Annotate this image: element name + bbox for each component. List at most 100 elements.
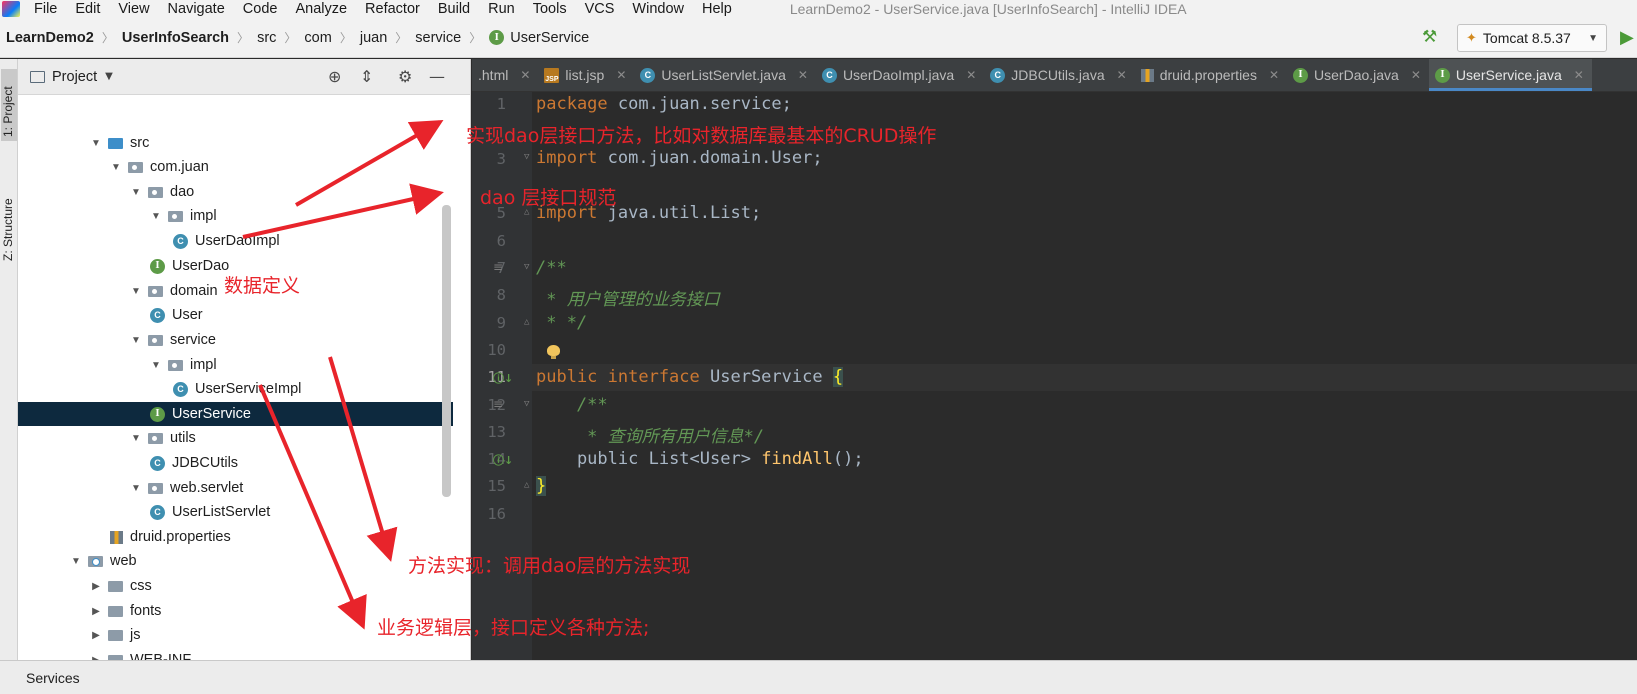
locate-target-icon[interactable]: ⊕ (328, 67, 341, 86)
editor-tab-bar: .html ✕ JSP list.jsp ✕ C UserListServlet.java ✕… (472, 59, 1637, 92)
implemented-by-icon[interactable]: ⓘ↓ (493, 452, 513, 468)
menu-analyze[interactable]: Analyze (295, 1, 347, 17)
lightbulb-icon[interactable] (547, 345, 560, 360)
javadoc-toggle-icon[interactable]: ≡ (493, 397, 503, 411)
editor-tab-jdbcutils-java[interactable]: C JDBCUtils.java ✕ (984, 59, 1134, 91)
fold-icon[interactable]: △ (524, 480, 529, 490)
tree-item-utils[interactable]: ▼ utils (18, 426, 453, 450)
run-configuration-select[interactable]: ✦ Tomcat 8.5.37 ▼ (1457, 24, 1607, 52)
expand-arrow-icon[interactable]: ▼ (150, 360, 162, 371)
expand-arrow-icon[interactable]: ▼ (150, 211, 162, 222)
code-line-7: ▽ /** (524, 258, 567, 278)
tree-item-userservice[interactable]: I UserService (18, 402, 453, 426)
menu-navigate[interactable]: Navigate (168, 1, 225, 17)
line-number: 13 (487, 423, 506, 441)
tree-item-user[interactable]: C User (18, 303, 453, 327)
close-icon[interactable]: ✕ (798, 68, 808, 82)
breadcrumb: LearnDemo2 〉 UserInfoSearch 〉 src 〉 com … (6, 29, 589, 46)
collapse-arrow-icon[interactable]: ▶ (90, 606, 102, 617)
method-name: findAll (761, 449, 833, 469)
editor-tab-userservice-java[interactable]: I UserService.java ✕ (1428, 59, 1592, 91)
code-comment: /** (536, 395, 608, 415)
tree-item-userlistservlet[interactable]: C UserListServlet (18, 500, 453, 524)
editor-tab-userdao-java[interactable]: I UserDao.java ✕ (1287, 59, 1429, 91)
menu-tools[interactable]: Tools (533, 1, 567, 17)
close-icon[interactable]: ✕ (520, 68, 530, 82)
tree-item-web[interactable]: ▼ web (18, 549, 453, 573)
run-icon[interactable]: ▶ (1620, 27, 1634, 48)
tool-tab-services[interactable]: Services (26, 670, 80, 686)
editor-tab-userlistservlet-java[interactable]: C UserListServlet.java ✕ (634, 59, 816, 91)
breadcrumb-service[interactable]: service (415, 30, 461, 46)
breadcrumb-project[interactable]: LearnDemo2 (6, 30, 94, 46)
tool-tab-structure[interactable]: Z: Structure (1, 171, 17, 261)
project-panel-title[interactable]: Project (52, 69, 97, 85)
editor-tab-html[interactable]: .html ✕ (472, 59, 538, 91)
expand-arrow-icon[interactable]: ▼ (130, 433, 142, 444)
tool-tab-project[interactable]: 1: Project (1, 69, 17, 141)
tree-item-css[interactable]: ▶ css (18, 574, 453, 598)
close-icon[interactable]: ✕ (1269, 68, 1279, 82)
breadcrumb-module[interactable]: UserInfoSearch (122, 30, 229, 46)
tree-item-src[interactable]: ▼ src (18, 131, 453, 155)
menu-build[interactable]: Build (438, 1, 470, 17)
menu-run[interactable]: Run (488, 1, 515, 17)
tree-item-userdaoimpl[interactable]: C UserDaoImpl (18, 229, 453, 253)
menu-view[interactable]: View (118, 1, 149, 17)
menu-refactor[interactable]: Refactor (365, 1, 420, 17)
editor-tab-userdaoimpl-java[interactable]: C UserDaoImpl.java ✕ (816, 59, 984, 91)
code-editor[interactable]: package com.juan.service; ▽ import com.ju… (524, 92, 1637, 660)
collapse-all-icon[interactable]: ⇕ (360, 67, 373, 86)
breadcrumb-userservice[interactable]: I UserService (489, 30, 589, 46)
menu-vcs[interactable]: VCS (585, 1, 615, 17)
expand-arrow-icon[interactable]: ▼ (110, 162, 122, 173)
editor-tab-label: list.jsp (565, 67, 605, 83)
fold-icon[interactable]: ▽ (524, 399, 529, 409)
expand-arrow-icon[interactable]: ▼ (130, 483, 142, 494)
editor-tab-druid-properties[interactable]: druid.properties ✕ (1135, 59, 1287, 91)
expand-arrow-icon[interactable]: ▼ (90, 138, 102, 149)
fold-icon[interactable]: ▽ (524, 152, 529, 162)
expand-arrow-icon[interactable]: ▼ (130, 335, 142, 346)
tree-scrollbar[interactable] (442, 205, 451, 497)
chevron-down-icon[interactable]: ▼ (105, 71, 113, 82)
close-icon[interactable]: ✕ (616, 68, 626, 82)
tree-item-dao[interactable]: ▼ dao (18, 180, 453, 204)
expand-arrow-icon[interactable]: ▼ (130, 286, 142, 297)
menu-window[interactable]: Window (632, 1, 684, 17)
close-icon[interactable]: ✕ (1574, 68, 1584, 82)
tree-item-userserviceimpl[interactable]: C UserServiceImpl (18, 377, 453, 401)
expand-arrow-icon[interactable]: ▼ (70, 556, 82, 567)
tree-item-web-servlet[interactable]: ▼ web.servlet (18, 476, 453, 500)
package-icon (148, 186, 163, 198)
collapse-arrow-icon[interactable]: ▶ (90, 581, 102, 592)
breadcrumb-src[interactable]: src (257, 30, 276, 46)
tree-item-druid-properties[interactable]: druid.properties (18, 525, 453, 549)
close-icon[interactable]: ✕ (1117, 68, 1127, 82)
breadcrumb-juan[interactable]: juan (360, 30, 387, 46)
hide-panel-icon[interactable]: — (429, 67, 445, 86)
menu-edit[interactable]: Edit (75, 1, 100, 17)
tree-item-impl[interactable]: ▼ impl (18, 204, 453, 228)
expand-arrow-icon[interactable]: ▼ (130, 187, 142, 198)
build-hammer-icon[interactable]: ⚒ (1422, 27, 1437, 47)
tree-item-com-juan[interactable]: ▼ com.juan (18, 155, 453, 179)
tree-item-jdbcutils[interactable]: C JDBCUtils (18, 451, 453, 475)
javadoc-toggle-icon[interactable]: ≡ (493, 260, 503, 274)
menu-code[interactable]: Code (243, 1, 278, 17)
close-icon[interactable]: ✕ (1411, 68, 1421, 82)
code-line-3: ▽ import com.juan.domain.User; (524, 148, 823, 168)
editor-tab-list-jsp[interactable]: JSP list.jsp ✕ (538, 59, 634, 91)
run-configuration-label: Tomcat 8.5.37 (1482, 30, 1571, 46)
breadcrumb-com[interactable]: com (304, 30, 331, 46)
fold-icon[interactable]: ▽ (524, 262, 529, 272)
menu-file[interactable]: File (34, 1, 57, 17)
menu-help[interactable]: Help (702, 1, 732, 17)
fold-icon[interactable]: △ (524, 317, 529, 327)
gear-icon[interactable]: ⚙ (398, 67, 412, 86)
tree-item-impl[interactable]: ▼ impl (18, 353, 453, 377)
implemented-by-icon[interactable]: ⓘ↓ (493, 370, 513, 386)
collapse-arrow-icon[interactable]: ▶ (90, 630, 102, 641)
close-icon[interactable]: ✕ (966, 68, 976, 82)
tree-item-service[interactable]: ▼ service (18, 328, 453, 352)
